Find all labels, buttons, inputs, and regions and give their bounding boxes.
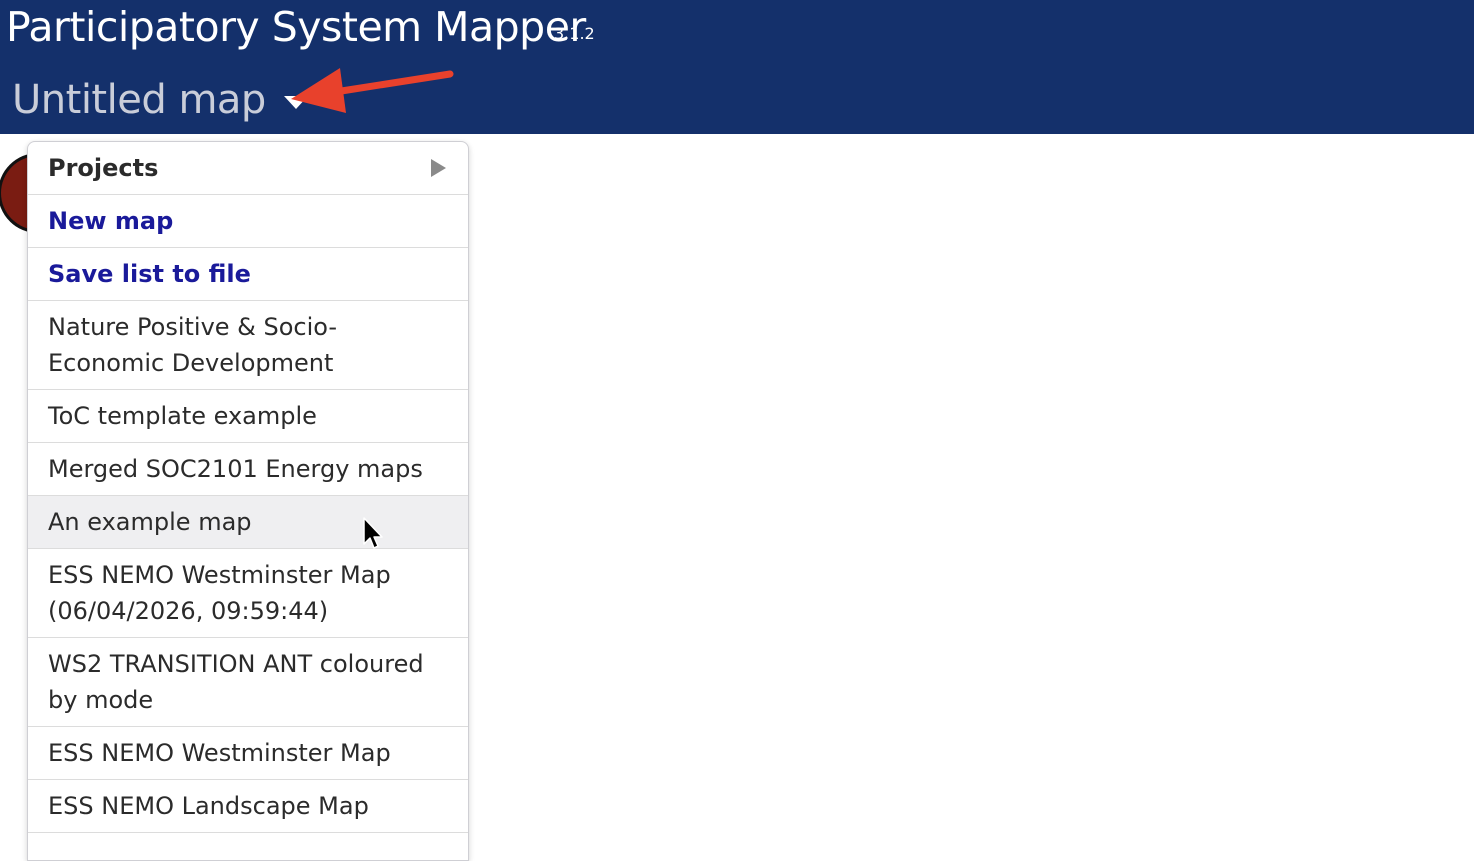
menu-item-map[interactable]: ToC template example (28, 390, 468, 443)
menu-item-map[interactable]: Merged SOC2101 Energy maps (28, 443, 468, 496)
map-title-dropdown[interactable]: Untitled map (12, 72, 308, 128)
menu-item-map[interactable]: ESS NEMO Westminster Map (28, 727, 468, 780)
menu-item-save-list[interactable]: Save list to file (28, 248, 468, 301)
menu-item-label: Projects (48, 154, 159, 182)
menu-item-map[interactable]: Nature Positive & Socio-Economic Develop… (28, 301, 468, 390)
menu-item-map[interactable]: An example map (28, 496, 468, 549)
version-label: 3.1.2 (554, 24, 595, 43)
menu-item-map[interactable]: WS2 TRANSITION ANT coloured by mode (28, 638, 468, 727)
menu-item-new-map[interactable]: New map (28, 195, 468, 248)
map-title[interactable]: Untitled map (12, 72, 266, 128)
menu-item-map[interactable]: ESS NEMO Landscape Map (28, 780, 468, 833)
menu-item-projects[interactable]: Projects (28, 142, 468, 195)
chevron-right-icon (431, 159, 446, 177)
map-dropdown-menu: Projects New map Save list to file Natur… (27, 141, 469, 861)
menu-item-map[interactable]: ESS NEMO Westminster Map (06/04/2026, 09… (28, 549, 468, 638)
app-title: Participatory System Mapper (6, 3, 586, 51)
app-header: Participatory System Mapper 3.1.2 Untitl… (0, 0, 1474, 134)
caret-down-icon[interactable] (283, 95, 308, 109)
